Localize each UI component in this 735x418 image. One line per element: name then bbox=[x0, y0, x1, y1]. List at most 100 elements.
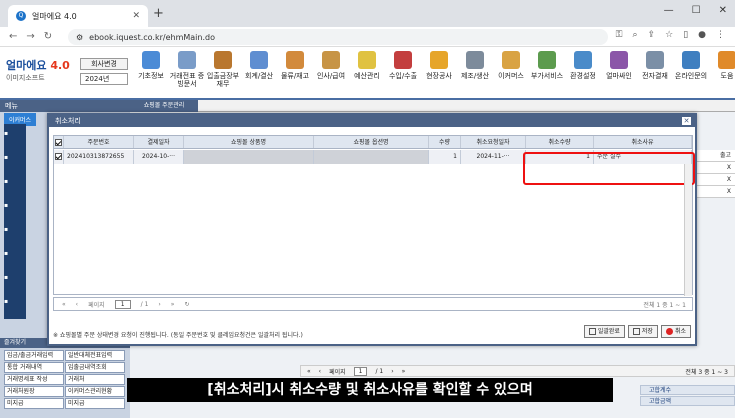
profile-icon[interactable]: ● bbox=[698, 30, 706, 40]
menu-label: 기초정보 bbox=[138, 72, 164, 80]
more-icon[interactable]: ⋮ bbox=[716, 30, 725, 40]
star-icon[interactable]: ☆ bbox=[665, 30, 673, 40]
grid-scrollbar[interactable] bbox=[684, 164, 692, 296]
favorite-item[interactable]: 일반대체전표입력 bbox=[65, 350, 125, 361]
favorite-item[interactable]: 거래명세표 작성 bbox=[4, 374, 64, 385]
new-tab-button[interactable]: + bbox=[153, 6, 164, 21]
menu-item-5[interactable]: 인사/급여 bbox=[313, 51, 349, 97]
menu-item-3[interactable]: 회계/결산 bbox=[241, 51, 277, 97]
menu-item-15[interactable]: 온라인문의 bbox=[673, 51, 709, 97]
menu-item-10[interactable]: 이커머스 bbox=[493, 51, 529, 97]
col-cancel-reason[interactable]: 취소사유 bbox=[594, 136, 692, 148]
tab-shopping-order[interactable]: 쇼핑몰 주문관리 bbox=[130, 100, 198, 112]
menu-icon bbox=[178, 51, 196, 69]
page-input[interactable]: 1 bbox=[114, 299, 131, 309]
menu-item-11[interactable]: 부가서비스 bbox=[529, 51, 565, 97]
col-cancel-req-date[interactable]: 취소요청일자 bbox=[461, 136, 526, 148]
first-page-icon[interactable]: « bbox=[62, 301, 66, 308]
prev-page-icon[interactable]: ‹ bbox=[76, 301, 78, 308]
zoom-icon[interactable]: ⌕ bbox=[633, 30, 638, 40]
close-tab-icon[interactable]: ✕ bbox=[132, 11, 140, 21]
menu-item-6[interactable]: 예산관리 bbox=[349, 51, 385, 97]
menu-icon bbox=[142, 51, 160, 69]
save-button[interactable]: 저장 bbox=[627, 325, 658, 338]
menu-item-4[interactable]: 물류/재고 bbox=[277, 51, 313, 97]
favorite-item[interactable]: 입금/출금거래입력 bbox=[4, 350, 64, 361]
app-logo: 얼마에요 4.0 bbox=[6, 57, 70, 73]
reload-icon[interactable]: ↻ bbox=[44, 31, 52, 42]
row-checkbox-cell[interactable] bbox=[54, 150, 64, 164]
sidebar-icon[interactable]: ▯ bbox=[683, 30, 688, 40]
menu-item-0[interactable]: 기초정보 bbox=[133, 51, 169, 97]
menu-icon bbox=[682, 51, 700, 69]
favorite-item[interactable]: 이커머스관리현황 bbox=[65, 386, 125, 397]
next-page-icon[interactable]: › bbox=[391, 368, 393, 375]
record-count: 전체 1 중 1 ~ 1 bbox=[643, 301, 686, 309]
row-checkbox[interactable] bbox=[55, 153, 62, 160]
menu-item-1[interactable]: 거래전표 증빙문서 bbox=[169, 51, 205, 97]
logo-version: 4.0 bbox=[50, 59, 70, 72]
favorite-item[interactable]: 거래처 bbox=[65, 374, 125, 385]
menu-label: 부가서비스 bbox=[530, 72, 564, 80]
menu-icon bbox=[466, 51, 484, 69]
dialog-pager: « ‹ 페이지 1 / 1 › » ↻ 전체 1 중 1 ~ 1 bbox=[53, 297, 693, 311]
partial-complete-button[interactable]: 일괄완료 bbox=[583, 325, 625, 338]
menu-label: 거래전표 증빙문서 bbox=[169, 72, 205, 88]
cancel-button[interactable]: 취소 bbox=[660, 325, 691, 338]
col-cancel-qty[interactable]: 취소수량 bbox=[526, 136, 594, 148]
col-option[interactable]: 쇼핑몰 옵션명 bbox=[314, 136, 429, 148]
page-input[interactable]: 1 bbox=[353, 366, 368, 376]
save-icon bbox=[588, 328, 596, 335]
last-page-icon[interactable]: » bbox=[171, 301, 175, 308]
first-page-icon[interactable]: « bbox=[307, 368, 311, 375]
last-page-icon[interactable]: » bbox=[402, 368, 406, 375]
dialog-close-button[interactable]: ✕ bbox=[682, 117, 691, 125]
year-select[interactable]: 2024년 bbox=[80, 73, 128, 85]
refresh-icon[interactable]: ↻ bbox=[184, 301, 189, 308]
url-field[interactable]: ⚙ ebook.iquest.co.kr/ehmMain.do bbox=[68, 29, 608, 45]
favorite-item[interactable]: 통합 거래내역 bbox=[4, 362, 64, 373]
prev-page-icon[interactable]: ‹ bbox=[319, 368, 321, 375]
menu-item-14[interactable]: 전자결재 bbox=[637, 51, 673, 97]
favorite-item[interactable]: 거래처원장 bbox=[4, 386, 64, 397]
favorite-item[interactable]: 미지급 bbox=[4, 398, 64, 409]
left-panel-header: 메뉴 bbox=[0, 100, 130, 112]
close-window-button[interactable]: ✕ bbox=[719, 5, 727, 16]
menu-icon bbox=[430, 51, 448, 69]
next-page-icon[interactable]: › bbox=[158, 301, 160, 308]
minimize-button[interactable]: — bbox=[664, 5, 674, 16]
dialog-title: 취소처리 bbox=[55, 117, 81, 125]
site-info-icon[interactable]: ⚙ bbox=[76, 33, 83, 42]
col-qty[interactable]: 수량 bbox=[429, 136, 461, 148]
share-icon[interactable]: ⇪ bbox=[648, 30, 656, 40]
col-product[interactable]: 쇼핑몰 상품명 bbox=[184, 136, 314, 148]
favorite-item[interactable]: 입출금내역조회 bbox=[65, 362, 125, 373]
forward-icon[interactable]: → bbox=[26, 31, 34, 42]
menu-item-2[interactable]: 입출금장부 재무 bbox=[205, 51, 241, 97]
page-label: 페이지 bbox=[329, 368, 346, 376]
menu-item-7[interactable]: 수입/수출 bbox=[385, 51, 421, 97]
menu-item-8[interactable]: 현장공사 bbox=[421, 51, 457, 97]
cell-qty: 1 bbox=[429, 150, 461, 164]
menu-item-16[interactable]: 도움 bbox=[709, 51, 735, 97]
menu-item-9[interactable]: 제조/생산 bbox=[457, 51, 493, 97]
maximize-button[interactable]: ☐ bbox=[692, 5, 701, 16]
menu-icon bbox=[502, 51, 520, 69]
col-pay-date[interactable]: 결제일자 bbox=[134, 136, 184, 148]
key-icon[interactable]: ⚿ bbox=[616, 30, 623, 40]
back-icon[interactable]: ← bbox=[9, 31, 17, 42]
header-checkbox-cell[interactable] bbox=[54, 136, 64, 148]
browser-tab-bar: Q 얼마에요 4.0 ✕ + — ☐ ✕ bbox=[0, 0, 735, 27]
header-checkbox[interactable] bbox=[55, 139, 62, 146]
url-text: ebook.iquest.co.kr/ehmMain.do bbox=[89, 32, 215, 42]
favorite-item[interactable]: 미지급 bbox=[65, 398, 125, 409]
menu-item-12[interactable]: 환경설정 bbox=[565, 51, 601, 97]
menu-item-13[interactable]: 얼마싸인 bbox=[601, 51, 637, 97]
menu-label: 회계/결산 bbox=[244, 72, 274, 80]
cell-order-no: 202410313872655 bbox=[64, 150, 134, 164]
menu-icon bbox=[214, 51, 232, 69]
company-change-button[interactable]: 회사변경 bbox=[80, 58, 128, 70]
summary-label: 고합금액 bbox=[640, 396, 735, 406]
col-order-no[interactable]: 주문번호 bbox=[64, 136, 134, 148]
browser-tab[interactable]: Q 얼마에요 4.0 ✕ bbox=[8, 5, 148, 27]
